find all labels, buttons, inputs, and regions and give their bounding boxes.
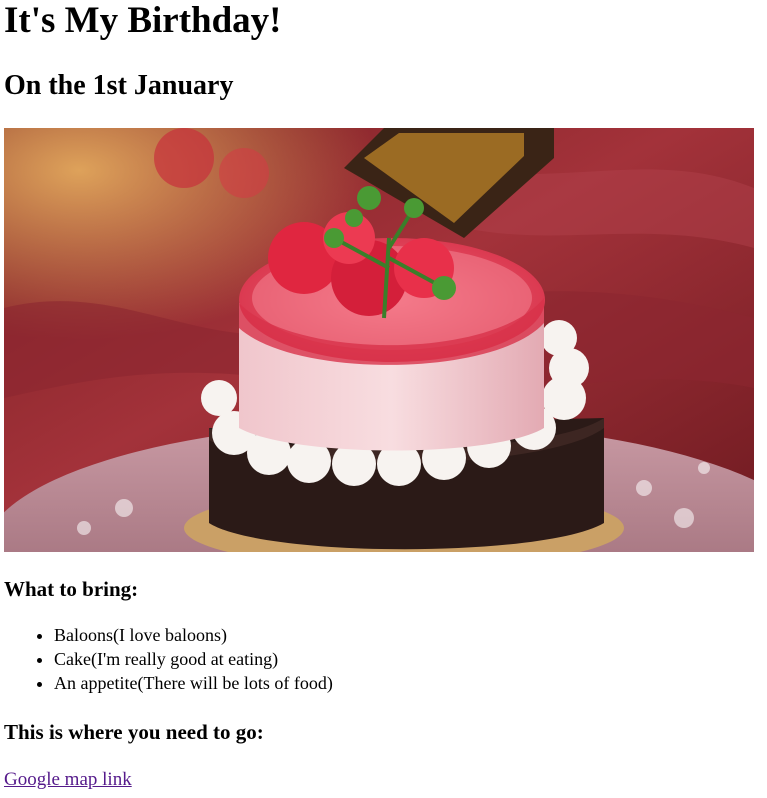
google-map-link[interactable]: Google map link bbox=[4, 768, 132, 792]
list-item: Baloons(I love baloons) bbox=[54, 623, 333, 647]
location-heading: This is where you need to go: bbox=[4, 720, 264, 744]
page-subtitle: On the 1st January bbox=[4, 70, 234, 101]
page: It's My Birthday! On the 1st January Wha… bbox=[0, 0, 767, 798]
list-item: Cake(I'm really good at eating) bbox=[54, 647, 333, 671]
list-item: An appetite(There will be lots of food) bbox=[54, 671, 333, 695]
bring-list: Baloons(I love baloons) Cake(I'm really … bbox=[14, 623, 333, 695]
what-to-bring-heading: What to bring: bbox=[4, 577, 139, 601]
page-title: It's My Birthday! bbox=[4, 0, 282, 41]
cake-image bbox=[4, 128, 754, 552]
